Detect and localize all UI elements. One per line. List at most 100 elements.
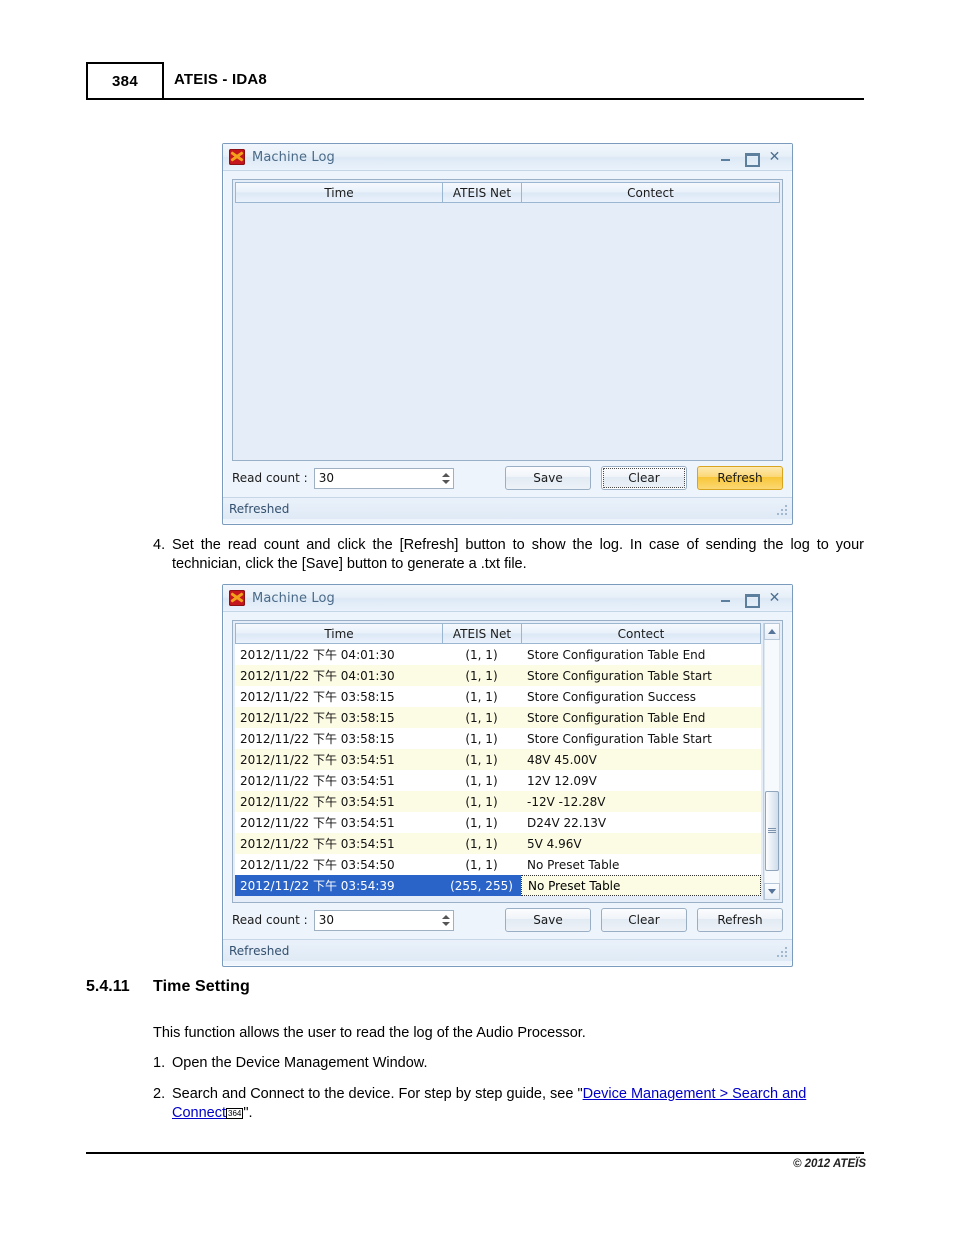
step2-text: Search and Connect to the device. For st… [172,1085,864,1123]
ateis-app-icon [229,149,245,165]
table-row[interactable]: 2012/11/22 下午 04:01:30 (1, 1) Store Config… [235,644,761,665]
status-bar: Refreshed [223,497,792,519]
scrollbar-thumb[interactable] [765,790,779,871]
cell-contect: No Preset Table [527,857,620,872]
column-header-ateis-net[interactable]: ATEIS Net [442,623,521,644]
step2-lead-text: Search and Connect to the device. For st… [172,1086,583,1102]
stepper-arrows[interactable] [441,470,450,487]
section-intro: This function allows the user to read th… [153,1025,586,1041]
window-body: Time ATEIS Net Contect [223,171,792,461]
log-table-header: Time ATEIS Net Contect [235,623,761,644]
stepper-up-icon[interactable] [441,914,450,919]
action-buttons: Save Clear Refresh [505,466,783,490]
step4-number: 4. [153,537,166,553]
stepper-down-icon[interactable] [441,479,450,484]
cell-contect: Store Configuration Table Start [527,731,712,746]
read-count-stepper[interactable] [313,909,454,931]
table-row[interactable]: 2012/11/22 下午 03:54:51 (1, 1) 12V 12.09V [235,770,761,791]
title-bar[interactable]: Machine Log ✕ [223,585,792,612]
window-buttons: ✕ [720,150,788,167]
read-count-input[interactable] [314,470,425,486]
footer-divider [86,1152,864,1154]
cell-time: 2012/11/22 下午 04:01:30 [240,648,395,662]
minimize-icon[interactable] [720,151,733,164]
window-controls: Read count : Save Clear Refresh [223,901,792,939]
section-number: 5.4.11 [86,978,130,995]
read-count-input[interactable] [314,912,425,928]
title-bar[interactable]: Machine Log ✕ [223,144,792,171]
column-header-contect[interactable]: Contect [521,182,780,203]
scrollbar-track[interactable] [764,640,780,883]
refresh-button[interactable]: Refresh [697,466,783,490]
log-list-view[interactable]: Time ATEIS Net Contect [232,179,783,461]
machine-log-window-filled[interactable]: Machine Log ✕ Time ATEIS Net Contect 201… [222,584,793,967]
cell-ateis-net: (1, 1) [465,710,498,725]
clear-button[interactable]: Clear [601,908,687,932]
header-divider [164,98,864,100]
step2-tail-text: ". [243,1105,253,1121]
clear-button[interactable]: Clear [601,466,687,490]
cell-ateis-net: (1, 1) [465,794,498,809]
table-row[interactable]: 2012/11/22 下午 03:54:51 (1, 1) D24V 22.13V [235,812,761,833]
ateis-app-icon [229,590,245,606]
cell-contect: Store Configuration Table End [527,647,706,662]
cell-contect: Store Configuration Table Start [527,668,712,683]
step4-text: Set the read count and click the [Refres… [172,537,864,572]
status-text: Refreshed [229,501,290,516]
table-row[interactable]: 2012/11/22 下午 03:58:15 (1, 1) Store Config… [235,728,761,749]
stepper-up-icon[interactable] [441,472,450,477]
xref-link-line2[interactable]: Connect [172,1105,226,1121]
table-row[interactable]: 2012/11/22 下午 04:01:30 (1, 1) Store Config… [235,665,761,686]
footer-copyright: © 2012 ATEÏS [792,1158,866,1170]
table-row[interactable]: 2012/11/22 下午 03:54:51 (1, 1) -12V -12.28V [235,791,761,812]
cell-contect: 5V 4.96V [527,836,582,851]
xref-page-reference[interactable]: 364 [226,1108,244,1119]
table-row[interactable]: 2012/11/22 下午 03:54:51 (1, 1) 5V 4.96V [235,833,761,854]
cell-contect: Store Configuration Table End [527,710,706,725]
page-header: 384 ATEIS - IDA8 [86,62,864,102]
cell-ateis-net: (1, 1) [465,647,498,662]
stepper-arrows[interactable] [441,912,450,929]
status-text: Refreshed [229,943,290,958]
table-row[interactable]: 2012/11/22 下午 03:58:15 (1, 1) Store Config… [235,707,761,728]
cell-ateis-net: (1, 1) [465,815,498,830]
column-header-ateis-net[interactable]: ATEIS Net [442,182,521,203]
page-number-box: 384 [86,62,164,100]
cell-ateis-net: (1, 1) [465,731,498,746]
cell-contect: 12V 12.09V [527,773,597,788]
maximize-icon[interactable] [744,592,760,608]
refresh-button[interactable]: Refresh [697,908,783,932]
action-buttons: Save Clear Refresh [505,908,783,932]
resize-grip[interactable] [776,946,788,958]
vertical-scrollbar[interactable] [763,623,780,900]
stepper-down-icon[interactable] [441,921,450,926]
maximize-icon[interactable] [744,151,760,167]
scroll-up-arrow[interactable] [764,623,780,640]
table-row[interactable]: 2012/11/22 下午 03:58:15 (1, 1) Store Config… [235,686,761,707]
cell-contect: D24V 22.13V [527,815,607,830]
column-header-time[interactable]: Time [235,182,442,203]
cell-time: 2012/11/22 下午 03:54:50 [240,858,395,872]
cell-time: 2012/11/22 下午 03:54:39 [235,875,442,896]
scroll-down-arrow[interactable] [764,883,780,900]
save-button[interactable]: Save [505,466,591,490]
save-button[interactable]: Save [505,908,591,932]
cell-ateis-net: (1, 1) [465,836,498,851]
cell-time: 2012/11/22 下午 03:58:15 [240,732,395,746]
table-row[interactable]: 2012/11/22 下午 03:54:50 (1, 1) No Preset Ta… [235,854,761,875]
cell-time: 2012/11/22 下午 03:54:51 [240,795,395,809]
window-buttons: ✕ [720,591,788,608]
column-header-time[interactable]: Time [235,623,442,644]
minimize-icon[interactable] [720,592,733,605]
close-icon[interactable]: ✕ [768,150,781,164]
log-list-view[interactable]: Time ATEIS Net Contect 2012/11/22 下午 04:… [232,620,783,903]
window-title: Machine Log [252,590,335,606]
close-icon[interactable]: ✕ [768,591,781,605]
read-count-stepper[interactable] [313,467,454,489]
column-header-contect[interactable]: Contect [521,623,761,644]
xref-link-line1[interactable]: Device Management > Search and [583,1086,807,1102]
table-row[interactable]: 2012/11/22 下午 03:54:51 (1, 1) 48V 45.00V [235,749,761,770]
resize-grip[interactable] [776,504,788,516]
machine-log-window-empty[interactable]: Machine Log ✕ Time ATEIS Net Contect Rea [222,143,793,525]
table-row[interactable]: 2012/11/22 下午 03:54:39 (255, 255) No Prese… [235,875,761,896]
